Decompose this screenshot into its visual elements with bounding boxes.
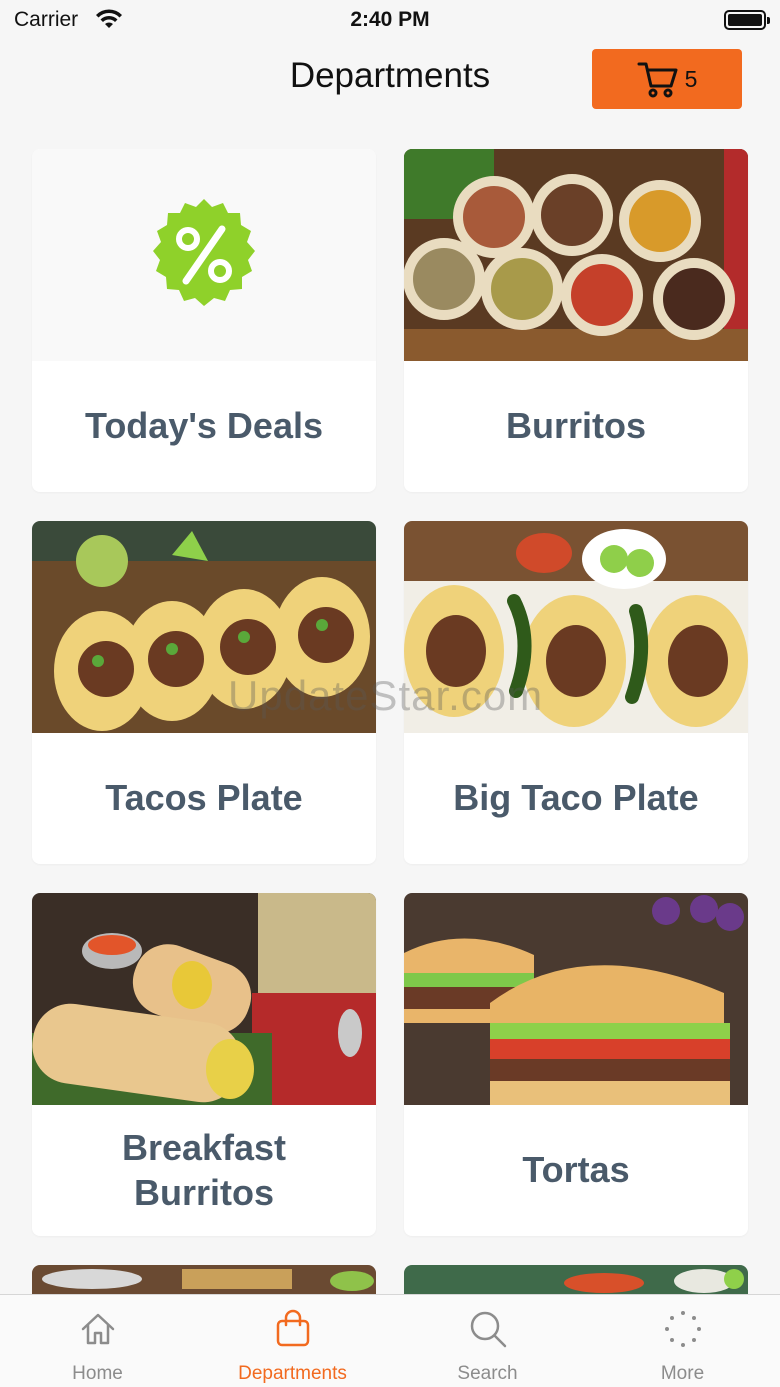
department-card-breakfast-burritos[interactable]: Breakfast Burritos (32, 893, 376, 1236)
tab-label: Home (72, 1363, 123, 1384)
tab-label: Search (457, 1363, 518, 1384)
card-label: Big Taco Plate (453, 777, 699, 819)
tab-search[interactable]: Search (390, 1295, 585, 1387)
cart-icon (637, 62, 678, 98)
tab-label: Departments (238, 1363, 347, 1384)
percent-badge-icon (153, 199, 255, 306)
card-label: Tacos Plate (105, 777, 303, 819)
watermark: UpdateStar.com (228, 672, 544, 719)
tortas-photo (404, 893, 748, 1105)
department-card-burritos[interactable]: Burritos (404, 149, 748, 492)
breakfast-burritos-photo (32, 893, 376, 1105)
burritos-photo (404, 149, 748, 361)
cart-count-badge: 5 (684, 65, 698, 92)
tab-bar: Home Departments Search More (0, 1294, 780, 1387)
bag-icon (276, 1309, 310, 1347)
tab-departments[interactable]: Departments (195, 1295, 390, 1387)
status-bar: Carrier 2:40 PM (0, 0, 780, 40)
department-card-tortas[interactable]: Tortas (404, 893, 748, 1236)
cart-button[interactable]: 5 (592, 49, 742, 109)
department-card-partial[interactable] (32, 1265, 376, 1295)
search-icon (470, 1311, 507, 1348)
department-card-partial[interactable] (404, 1265, 748, 1295)
card-label: Tortas (522, 1149, 630, 1191)
more-icon (665, 1311, 701, 1347)
card-label: Breakfast Burritos (121, 1126, 287, 1213)
battery-icon (724, 10, 770, 30)
tab-more[interactable]: More (585, 1295, 780, 1387)
department-card-todays-deals[interactable]: Today's Deals (32, 149, 376, 492)
card-image (32, 149, 376, 361)
clock: 2:40 PM (350, 8, 430, 31)
card-label: Burritos (505, 405, 646, 447)
home-icon (81, 1313, 115, 1345)
tab-home[interactable]: Home (0, 1295, 195, 1387)
tab-label: More (660, 1363, 705, 1384)
card-label: Today's Deals (85, 405, 323, 447)
